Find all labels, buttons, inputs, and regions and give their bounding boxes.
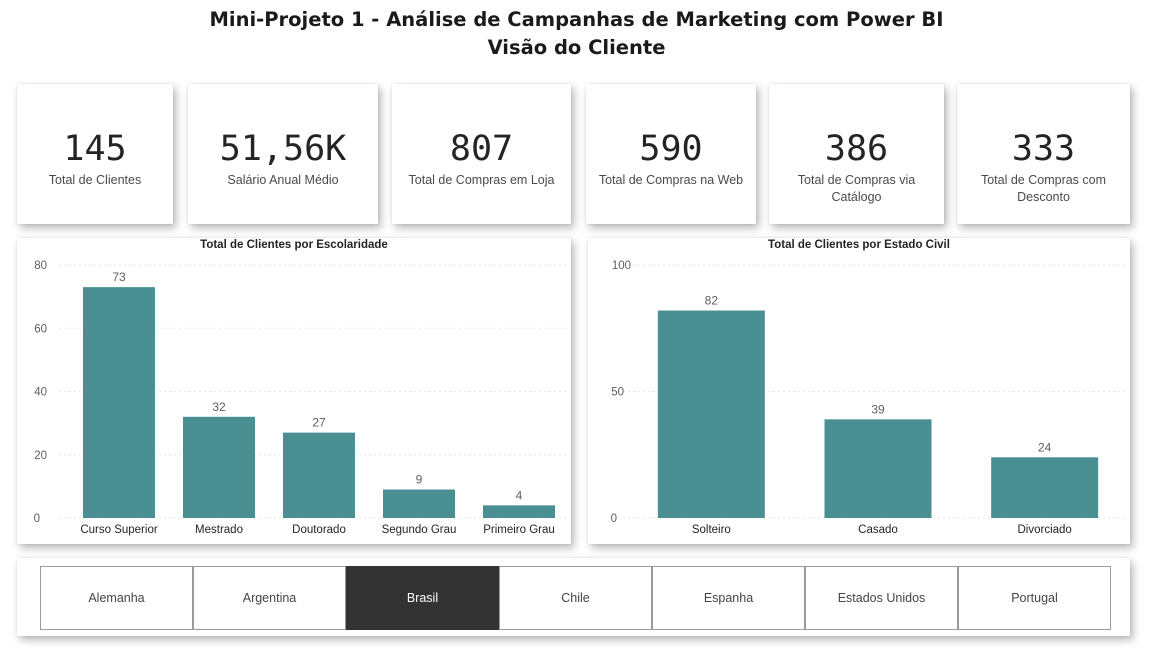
slicer-option-estados-unidos[interactable]: Estados Unidos [805,566,958,630]
data-label: 73 [112,270,126,284]
bar [83,287,155,518]
y-tick-label: 80 [34,260,47,272]
bar-chart-estado-civil: 0 50 100 82 Solteiro 39 Casado 24 Divorciado [611,260,1128,536]
chart-clientes-por-estado-civil[interactable]: Total de Clientes por Estado Civil 0 50 10… [588,238,1130,544]
x-category-label: Primeiro Grau [483,524,555,536]
kpi-label: Total de Compras com Desconto [980,173,1107,204]
kpi-label: Total de Compras na Web [598,173,744,187]
slicer-option-alemanha[interactable]: Alemanha [40,566,193,630]
chart-clientes-por-escolaridade[interactable]: Total de Clientes por Escolaridade 0 20 40… [17,238,571,544]
report-title: Mini-Projeto 1 - Análise de Campanhas de… [0,6,1153,62]
kpi-card-total-clientes: 145 Total de Clientes [17,84,173,224]
data-label: 24 [1038,440,1052,454]
slicer-option-argentina[interactable]: Argentina [193,566,346,630]
kpi-card-compras-web: 590 Total de Compras na Web [586,84,756,224]
x-category-label: Segundo Grau [382,524,457,536]
data-label: 39 [871,402,885,416]
kpi-value: 51,56K [219,129,347,169]
bar [991,457,1099,518]
slicer-option-espanha[interactable]: Espanha [652,566,805,630]
y-tick-label: 0 [611,513,617,525]
data-label: 32 [212,400,226,414]
y-tick-label: 60 [34,323,47,335]
y-tick-label: 0 [34,513,40,525]
bar [283,432,355,518]
x-category-label: Casado [858,524,898,536]
x-category-label: Curso Superior [80,524,158,536]
kpi-value: 386 [824,129,889,169]
y-tick-label: 20 [34,450,47,462]
slicer-option-brasil[interactable]: Brasil [346,566,499,630]
data-label: 4 [516,488,523,502]
bar [657,310,765,518]
slicer-option-portugal[interactable]: Portugal [958,566,1111,630]
bar-chart-escolaridade: 0 20 40 60 80 73 Curso Superior 32 Mestrado 27 Dou… [34,260,569,536]
y-tick-label: 100 [612,260,631,272]
data-label: 82 [705,294,719,308]
country-slicer: Alemanha Argentina Brasil Chile Espanha … [40,566,1111,630]
kpi-card-salario-anual-medio: 51,56K Salário Anual Médio [188,84,378,224]
x-category-label: Divorciado [1018,524,1072,536]
kpi-label: Total de Clientes [48,173,142,187]
kpi-card-compras-desconto: 333 Total de Compras com Desconto [957,84,1130,224]
kpi-label: Total de Compras em Loja [408,173,555,187]
kpi-value: 807 [449,129,514,169]
kpi-value: 145 [63,129,127,169]
slicer-option-chile[interactable]: Chile [499,566,652,630]
kpi-card-compras-catalogo: 386 Total de Compras via Catálogo [769,84,944,224]
kpi-value: 590 [639,129,703,169]
x-category-label: Doutorado [292,524,346,536]
kpi-label: Salário Anual Médio [227,173,339,187]
bar [183,416,255,518]
report-title-line2: Visão do Cliente [487,36,666,59]
kpi-value: 333 [1011,129,1076,169]
report-title-line1: Mini-Projeto 1 - Análise de Campanhas de… [209,8,944,31]
data-label: 27 [312,416,326,430]
bar [383,489,455,518]
x-category-label: Solteiro [692,524,731,536]
bar [483,505,555,518]
y-tick-label: 50 [611,387,624,399]
kpi-card-compras-loja: 807 Total de Compras em Loja [392,84,571,224]
y-tick-label: 40 [34,387,47,399]
data-label: 9 [416,473,423,487]
x-category-label: Mestrado [195,524,243,536]
bar [824,419,932,518]
kpi-label: Total de Compras via Catálogo [797,173,916,204]
